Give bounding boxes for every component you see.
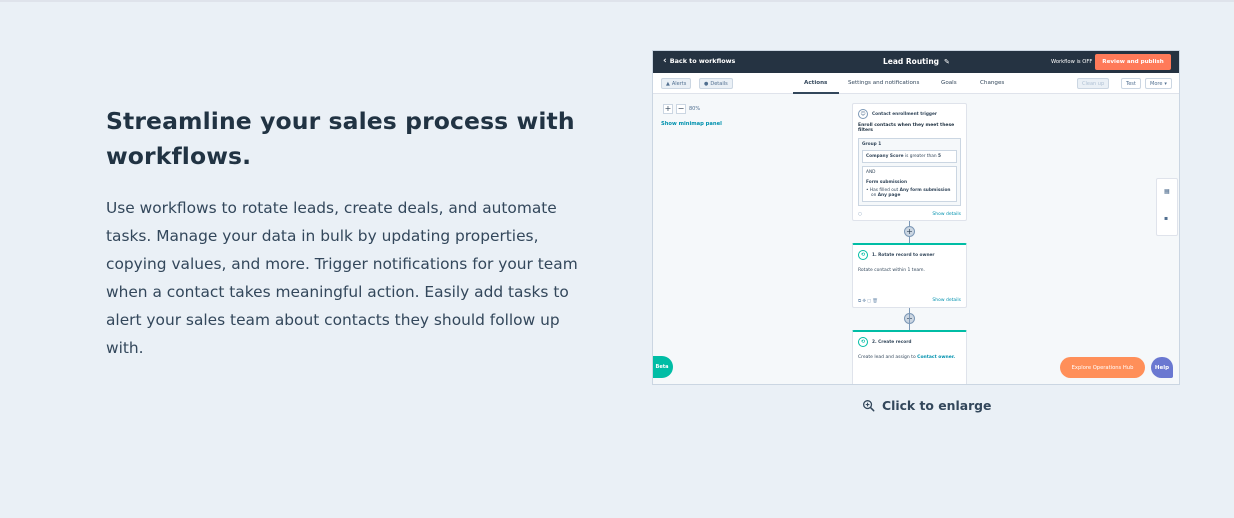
action-tools-icon[interactable]: ⧉✥▢🗑 (858, 298, 879, 304)
more-label: More (1150, 80, 1163, 87)
back-label: Back to workflows (669, 57, 736, 65)
trigger-header: ☺ Contact enrollment trigger (853, 104, 966, 119)
action1-footer: ⧉✥▢🗑 Show details (858, 298, 961, 304)
person-icon: ☺ (858, 109, 868, 119)
tab-goals[interactable]: Goals (941, 80, 957, 86)
trigger-header-text: Contact enrollment trigger (872, 111, 938, 117)
create-record-icon: ⟲ (858, 337, 868, 347)
filter-value: 5 (938, 154, 941, 159)
section-heading: Streamline your sales process with workf… (106, 107, 575, 170)
workflow-status: Workflow is OFF (1051, 59, 1093, 65)
details-button[interactable]: ● Details (699, 78, 733, 89)
trigger-card[interactable]: ☺ Contact enrollment trigger Enroll cont… (852, 103, 967, 221)
filter-row: Company Score is greater than 5 (862, 150, 957, 163)
zoom-controls: + − 80% (663, 104, 700, 114)
test-button[interactable]: Test (1121, 78, 1141, 89)
clean-up-button[interactable]: Clean up (1077, 78, 1110, 89)
connector-line-2 (909, 308, 910, 330)
beta-button[interactable]: Beta (653, 356, 673, 378)
review-and-publish-button[interactable]: Review and publish (1095, 54, 1171, 70)
rotate-icon: ⟲ (858, 250, 868, 260)
workflow-title: Lead Routing ✎ (883, 57, 950, 66)
action2-header-text: 2. Create record (872, 339, 912, 345)
action-card-rotate[interactable]: ⟲ 1. Rotate record to owner Rotate conta… (852, 243, 967, 308)
enlarge-label: Click to enlarge (882, 398, 992, 413)
pencil-icon[interactable]: ✎ (944, 58, 950, 66)
tab-actions[interactable]: Actions (804, 80, 827, 86)
click-to-enlarge-button[interactable]: Click to enlarge (862, 398, 991, 413)
bell-icon: ▲ (666, 80, 670, 87)
workflow-tabbar: ▲ Alerts ● Details Actions Settings and … (653, 73, 1179, 94)
group-title: Group 1 (862, 142, 882, 147)
form-title: Form submission (866, 180, 908, 185)
tab-settings[interactable]: Settings and notifications (848, 80, 919, 86)
filter-operator: is greater than (904, 154, 937, 159)
form-line-2: on Any page (871, 193, 901, 198)
back-to-workflows-link[interactable]: ‹ Back to workflows (663, 56, 736, 66)
action1-show-details-link[interactable]: Show details (932, 298, 961, 304)
feature-copy: Streamline your sales process with workf… (106, 104, 586, 362)
action2-header: ⟲ 2. Create record (853, 332, 966, 347)
action1-body: Rotate contact within 1 team. (858, 268, 925, 273)
trigger-show-details-link[interactable]: Show details (932, 212, 961, 217)
filter-property: Company Score (866, 154, 904, 159)
zoom-in-button[interactable]: + (663, 104, 673, 114)
trigger-subtitle: Enroll contacts when they meet these fil… (858, 123, 955, 133)
info-icon: ● (704, 80, 709, 87)
comment-icon[interactable]: ▪ (1164, 215, 1168, 222)
details-label: Details (710, 80, 728, 87)
active-tab-indicator (793, 92, 839, 94)
workflow-header: ‹ Back to workflows Lead Routing ✎ Workf… (653, 51, 1179, 73)
add-action-button-1[interactable]: + (904, 226, 915, 237)
alerts-label: Alerts (671, 80, 687, 87)
clock-icon: ○ (858, 212, 863, 217)
filter-group: Group 1 Company Score is greater than 5 … (858, 138, 961, 206)
grid-icon[interactable]: ▦ (1164, 188, 1170, 195)
trigger-footer: ○ Show details (858, 212, 961, 217)
action2-body: Create lead and assign to Contact owner. (858, 355, 956, 360)
alerts-button[interactable]: ▲ Alerts (661, 78, 692, 89)
zoom-level: 80% (689, 106, 701, 112)
show-minimap-link[interactable]: Show minimap panel (661, 121, 722, 127)
action-card-create[interactable]: ⟲ 2. Create record Create lead and assig… (852, 330, 967, 384)
section-body: Use workflows to rotate leads, create de… (106, 199, 578, 357)
action1-header-text: 1. Rotate record to owner (872, 252, 935, 258)
chevron-down-icon: ▾ (1164, 80, 1167, 87)
chevron-left-icon: ‹ (663, 56, 667, 66)
explore-operations-hub-button[interactable]: Explore Operations Hub (1060, 357, 1145, 378)
help-button[interactable]: Help (1151, 357, 1173, 378)
and-block: AND Form submission • Has filled out Any… (862, 166, 957, 202)
and-label: AND (866, 170, 876, 175)
more-button[interactable]: More ▾ (1145, 78, 1172, 89)
zoom-out-button[interactable]: − (676, 104, 686, 114)
top-divider (0, 0, 1234, 2)
tab-changes[interactable]: Changes (980, 80, 1004, 86)
workflow-title-text: Lead Routing (883, 57, 940, 66)
side-toolbar: ▦ ▪ (1156, 178, 1178, 236)
workflow-screenshot[interactable]: ‹ Back to workflows Lead Routing ✎ Workf… (652, 50, 1180, 385)
zoom-in-icon (863, 400, 875, 412)
action1-header: ⟲ 1. Rotate record to owner (853, 245, 966, 260)
